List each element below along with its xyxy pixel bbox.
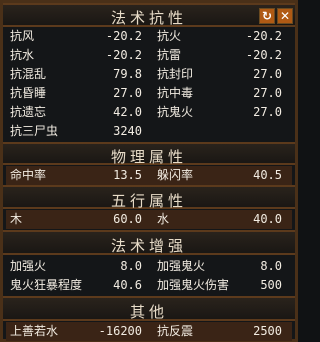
section-header-other: 其他 — [3, 296, 295, 321]
refresh-icon: ↻ — [261, 9, 273, 23]
stat-label: 上善若水 — [10, 324, 59, 338]
stat-value: 8.0 — [260, 259, 282, 273]
stat-label: 水 — [157, 212, 170, 226]
section-header-wuxing: 五行属性 — [3, 185, 295, 210]
stat-value: 40.5 — [253, 168, 282, 182]
enhance-row: 加强火 8.0 加强鬼火 8.0 — [6, 257, 292, 276]
resist-row: 抗遗忘 42.0 抗鬼火 27.0 — [6, 103, 292, 122]
other-row: 上善若水 -16200 抗反震 2500 — [6, 322, 292, 341]
section-title: 物理属性 — [110, 148, 187, 166]
resist-value: -20.2 — [245, 29, 282, 43]
resist-label: 抗中毒 — [157, 86, 194, 100]
resist-row: 抗昏睡 27.0 抗中毒 27.0 — [6, 84, 292, 103]
close-button[interactable]: ✕ — [277, 8, 293, 24]
section-title: 其他 — [129, 303, 168, 321]
title-bar: 法术抗性 — [3, 3, 295, 27]
refresh-button[interactable]: ↻ — [259, 8, 275, 24]
section-header-enhance: 法术增强 — [3, 230, 295, 255]
resist-label: 抗混乱 — [10, 67, 47, 81]
resist-label: 抗封印 — [157, 67, 194, 81]
section-title: 法术增强 — [110, 237, 187, 255]
stat-value: 8.0 — [120, 259, 142, 273]
resist-value: 27.0 — [253, 86, 282, 100]
stat-label: 加强鬼火伤害 — [157, 278, 230, 292]
resist-label: 抗昏睡 — [10, 86, 47, 100]
resist-label: 抗鬼火 — [157, 105, 194, 119]
stat-value: 40.6 — [113, 278, 142, 292]
resist-row: 抗混乱 79.8 抗封印 27.0 — [6, 65, 292, 84]
stat-value: 2500 — [253, 324, 282, 338]
resist-value: 3240 — [113, 124, 142, 138]
physical-row: 命中率 13.5 躲闪率 40.5 — [6, 166, 292, 185]
resist-value: 27.0 — [253, 105, 282, 119]
resist-value: -20.2 — [245, 48, 282, 62]
enhance-row: 鬼火狂暴程度 40.6 加强鬼火伤害 500 — [6, 276, 292, 295]
stat-label: 命中率 — [10, 168, 47, 182]
stat-label: 抗反震 — [157, 324, 194, 338]
resist-label: 抗雷 — [157, 48, 182, 62]
resist-value: -20.2 — [105, 29, 142, 43]
stat-value: -16200 — [98, 324, 142, 338]
resist-value: 27.0 — [253, 67, 282, 81]
resist-row: 抗三尸虫 3240 — [6, 122, 292, 141]
stat-label: 躲闪率 — [157, 168, 194, 182]
section-header-physical: 物理属性 — [3, 142, 295, 166]
stat-value: 60.0 — [113, 212, 142, 226]
stat-label: 鬼火狂暴程度 — [10, 278, 83, 292]
resist-label: 抗遗忘 — [10, 105, 47, 119]
resist-value: 79.8 — [113, 67, 142, 81]
resist-row: 抗水 -20.2 抗雷 -20.2 — [6, 46, 292, 65]
close-icon: ✕ — [279, 9, 291, 23]
resistance-panel: 法术抗性 ↻ ✕ 抗风 -20.2 抗火 -20.2 抗水 -20.2 抗雷 -… — [0, 0, 298, 342]
resist-label: 抗水 — [10, 48, 35, 62]
stat-value: 40.0 — [253, 212, 282, 226]
resist-label: 抗火 — [157, 29, 182, 43]
stat-label: 加强鬼火 — [157, 259, 206, 273]
resist-value: 27.0 — [113, 86, 142, 100]
resist-value: -20.2 — [105, 48, 142, 62]
panel-title: 法术抗性 — [110, 9, 187, 27]
resist-label: 抗三尸虫 — [10, 124, 59, 138]
resist-row: 抗风 -20.2 抗火 -20.2 — [6, 27, 292, 46]
stat-value: 13.5 — [113, 168, 142, 182]
resist-value: 42.0 — [113, 105, 142, 119]
section-title: 五行属性 — [110, 192, 187, 210]
stat-label: 木 — [10, 212, 23, 226]
wuxing-row: 木 60.0 水 40.0 — [6, 210, 292, 229]
stat-label: 加强火 — [10, 259, 47, 273]
resist-label: 抗风 — [10, 29, 35, 43]
stat-value: 500 — [260, 278, 282, 292]
